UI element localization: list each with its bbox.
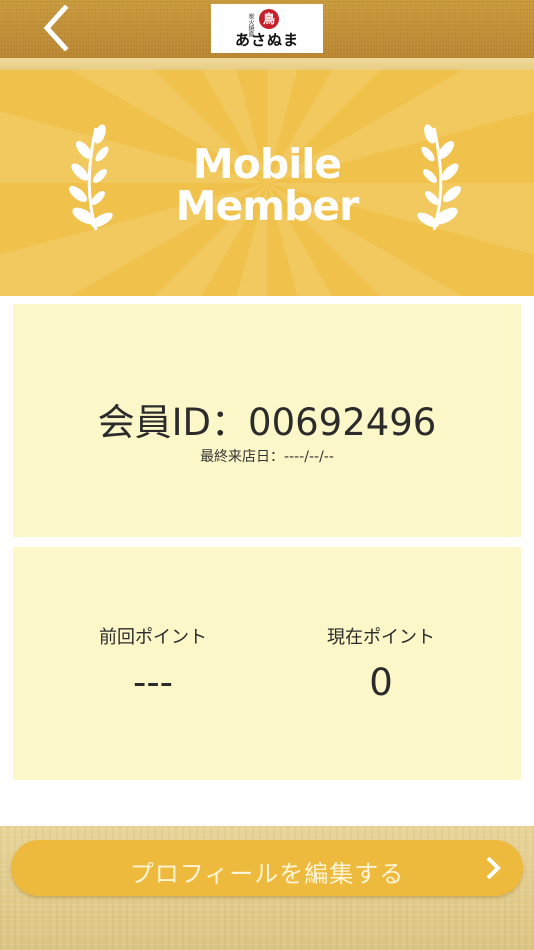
chevron-left-icon	[43, 5, 69, 51]
previous-points-value: ---	[132, 661, 174, 704]
last-visit-date: 最終来店日：----/--/--	[200, 449, 334, 465]
previous-points-label: 前回ポイント	[99, 627, 207, 648]
member-id: 会員ID：00692496	[97, 401, 437, 444]
banner-title-line1: Mobile	[192, 140, 342, 188]
top-bar-divider	[0, 58, 534, 70]
edit-profile-label: プロフィールを編集する	[129, 860, 405, 888]
logo-seal: 鳥	[259, 8, 279, 29]
edit-profile-button[interactable]: プロフィールを編集する	[11, 840, 523, 896]
member-id-card: 会員ID：00692496 最終来店日：----/--/--	[13, 304, 521, 537]
brand-logo: 炭火焼鳥 鳥 あさぬま	[211, 4, 323, 53]
logo-text: あさぬま	[234, 30, 299, 49]
back-button[interactable]	[34, 2, 78, 54]
current-points-value: 0	[369, 661, 393, 704]
chevron-right-icon	[486, 856, 501, 880]
mobile-member-banner: Mobile Member	[0, 70, 534, 296]
banner-title-line2: Member	[175, 182, 360, 230]
points-card: 前回ポイント --- 現在ポイント 0	[13, 547, 521, 780]
current-points-label: 現在ポイント	[327, 627, 435, 648]
